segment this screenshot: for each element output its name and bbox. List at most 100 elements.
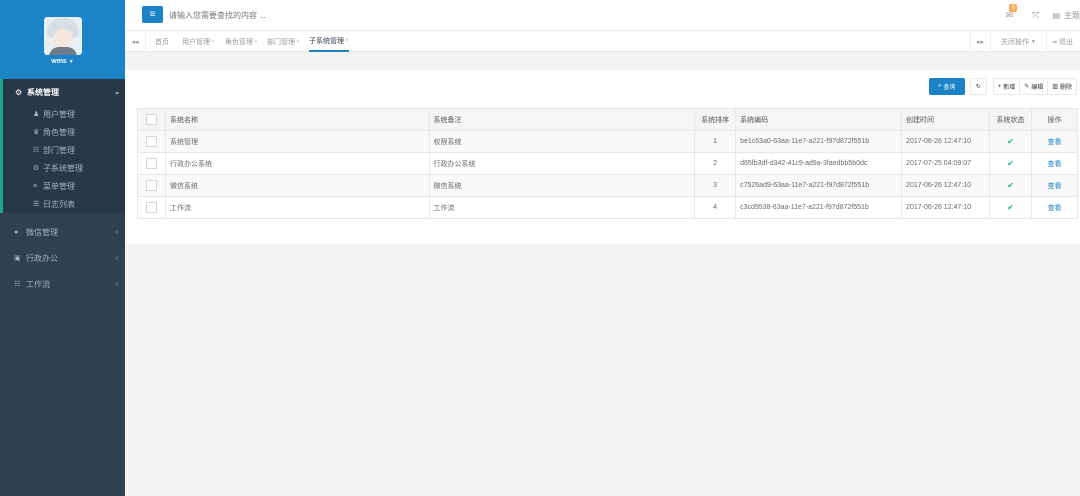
tab-label: 首页 [155,38,169,46]
table-row[interactable]: 行政办公系统 行政办公系统 2 d65fb3df-d342-41c9-ad9a-… [137,152,1078,175]
row-select-cell [137,196,166,219]
sidebar-subitem-user[interactable]: ♟ 用户管理 [33,109,75,119]
sidebar-subitem-department[interactable]: ☷ 部门管理 [33,145,75,155]
sidebar-subitem-subsystem[interactable]: ⚙ 子系统管理 [33,163,83,173]
view-link[interactable]: 查看 [1048,139,1062,146]
cell-name: 行政办公系统 [164,152,430,175]
sidebar-subitem-log[interactable]: ☰ 日志列表 [33,199,75,209]
sidebar-subitem-label: 日志列表 [43,199,75,209]
column-header[interactable]: 创建时间 [901,108,991,131]
cell-code: c7526ad9-63aa-11e7-a221-f97d872f551b [735,174,903,197]
tabs-scroll-left-button[interactable]: ◂◂ [125,31,146,52]
edit-button[interactable]: ✎ 编辑 [1020,78,1049,95]
cell-code: be1c63a0-63aa-11e7-a221-f97d872f551b [735,130,903,153]
book-icon: ▣ [14,255,21,262]
row-checkbox[interactable] [145,136,157,147]
cell-remark: 权限系统 [428,130,696,153]
tabs-scroll-right-button[interactable]: ▸▸ [970,31,990,52]
cell-order: 4 [694,196,737,219]
refresh-button[interactable]: ↻ [969,78,987,95]
theme-button[interactable]: ▤ 主题 [1052,10,1080,21]
row-checkbox[interactable] [145,202,157,213]
sidebar-item-system-management[interactable]: ⚙ 系统管理 ⌄ [15,87,120,97]
forward-icon: ▸▸ [976,38,985,46]
tab-user-management[interactable]: 用户管理 × [182,31,215,52]
sidebar-subitem-role[interactable]: ♛ 角色管理 [33,127,75,137]
cell-remark: 行政办公系统 [428,152,696,175]
row-checkbox[interactable] [145,158,157,169]
users-icon: ♛ [33,129,40,136]
close-icon[interactable]: × [211,39,215,45]
table-row[interactable]: 微信系统 微信系统 3 c7526ad9-63aa-11e7-a221-f97d… [137,174,1078,197]
sidebar-item-workflow[interactable]: ☷ 工作流 ‹ [14,279,118,289]
user-icon: ♟ [33,111,40,118]
select-all-checkbox[interactable] [145,114,157,125]
close-icon[interactable]: × [345,38,349,44]
tab-role-management[interactable]: 角色管理 × [225,31,258,52]
logout-label: 退出 [1058,38,1073,46]
view-link[interactable]: 查看 [1048,183,1062,190]
mail-badge: 8 [1009,4,1018,12]
sidebar-item-label: 微信管理 [26,227,58,237]
chevron-left-icon: ‹ [115,280,118,288]
backward-icon: ◂◂ [131,38,139,46]
gear-icon: ⚙ [33,165,40,172]
profile-area: wms ▼ [0,0,125,79]
top-navbar: ≡ ✉ 8 ⤧ ▤ 主题 [125,0,1080,31]
row-select-cell [137,152,166,175]
cell-remark: 工作流 [428,196,696,219]
fullscreen-button[interactable]: ⤧ [1024,10,1046,21]
cell-remark: 微信系统 [428,174,696,197]
column-header[interactable]: 系统备注 [428,108,696,131]
tab-department-management[interactable]: 部门管理 × [267,31,300,52]
refresh-icon: ↻ [975,84,981,90]
sitemap-icon: ☷ [14,281,21,288]
cell-created: 2017-06-26 12:47:10 [901,174,991,197]
search-input[interactable] [169,7,469,23]
add-button[interactable]: + 新增 [992,78,1021,95]
query-button[interactable]: ⌕ 查询 [928,78,965,95]
chevron-down-icon: ⌄ [114,89,120,96]
cell-code: d65fb3df-d342-41c9-ad9a-3faedbb5b0dc [735,152,903,175]
delete-button[interactable]: ▥ 删除 [1048,78,1077,95]
menu-toggle-button[interactable]: ≡ [142,6,163,23]
view-link[interactable]: 查看 [1048,205,1062,212]
messages-button[interactable]: ✉ 8 [998,4,1020,21]
sidebar-item-office[interactable]: ▣ 行政办公 ‹ [14,253,118,263]
table-row[interactable]: 工作流 工作流 4 c3cd9538-63aa-11e7-a221-f97d87… [137,196,1078,219]
table-row[interactable]: 系统管理 权限系统 1 be1c63a0-63aa-11e7-a221-f97d… [137,130,1078,153]
cell-action: 查看 [1031,130,1078,153]
logout-button[interactable]: ⇥ 退出 [1046,31,1080,52]
column-header[interactable]: 系统名称 [164,108,430,131]
column-header[interactable]: 系统排序 [694,108,737,131]
chevron-left-icon: ‹ [115,228,118,236]
close-ops-label: 关闭操作 [1001,38,1030,46]
sidebar-item-label: 行政办公 [26,253,58,263]
close-icon[interactable]: × [296,39,300,45]
trash-icon: ▥ [1052,84,1058,90]
tab-label: 部门管理 [267,38,295,46]
close-icon[interactable]: × [254,39,258,45]
sidebar: wms ▼ ⚙ 系统管理 ⌄ ♟ 用户管理 ♛ 角色管理 ☷ 部门管理 ⚙ 子系… [0,0,125,496]
view-link[interactable]: 查看 [1048,161,1062,168]
sidebar-item-wechat[interactable]: ● 微信管理 ‹ [14,227,118,237]
close-operations-dropdown[interactable]: 关闭操作 ▼ [990,31,1046,52]
tab-subsystem-management[interactable]: 子系统管理 × [309,31,349,52]
tab-home[interactable]: 首页 [155,31,169,52]
column-header[interactable]: 系统状态 [989,108,1032,131]
avatar[interactable] [44,17,82,55]
sidebar-subitem-label: 部门管理 [43,145,75,155]
row-checkbox[interactable] [145,180,157,191]
cell-order: 1 [694,130,737,153]
cell-status: ✔ [989,152,1032,175]
username-dropdown[interactable]: wms ▼ [0,58,125,65]
cell-action: 查看 [1031,196,1078,219]
column-header[interactable]: 系统编码 [735,108,903,131]
column-header[interactable]: 操作 [1031,108,1078,131]
sidebar-menu-system: ⚙ 系统管理 ⌄ ♟ 用户管理 ♛ 角色管理 ☷ 部门管理 ⚙ 子系统管理 ≡ … [0,79,125,213]
cell-name: 工作流 [164,196,430,219]
hamburger-icon: ≡ [149,9,156,20]
sidebar-subitem-menu[interactable]: ≡ 菜单管理 [33,181,75,191]
select-all-cell [137,108,166,131]
cell-name: 系统管理 [164,130,430,153]
